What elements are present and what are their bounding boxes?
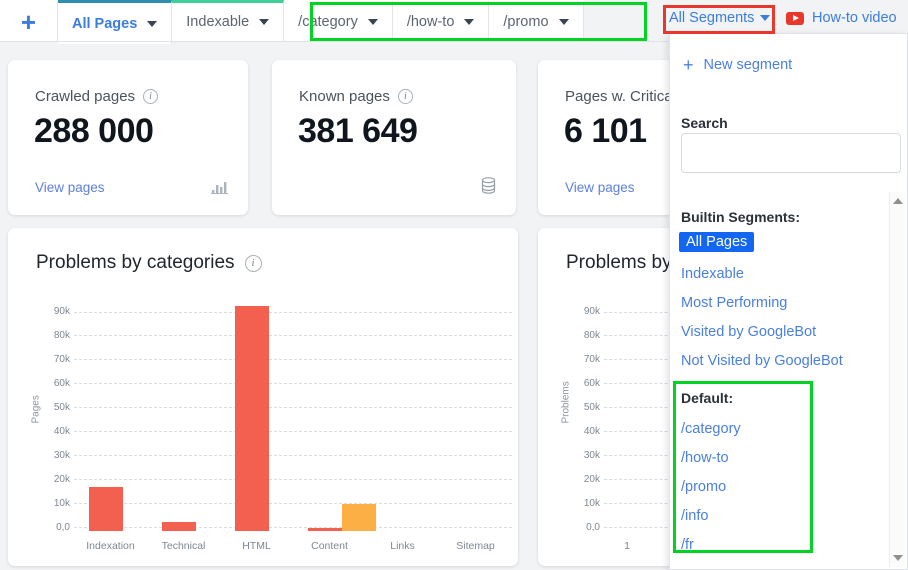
x-tick-label: HTML xyxy=(220,540,293,552)
y-tick-label: 40k xyxy=(34,426,70,437)
card-known-pages-title: Known pages i xyxy=(299,88,413,105)
y-tick-label: 10k xyxy=(564,498,600,509)
bar-content-warning[interactable] xyxy=(342,504,376,531)
x-tick-label: Content xyxy=(293,540,366,552)
tab-promo-label: /promo xyxy=(503,14,548,30)
default-segments-label: Default: xyxy=(681,390,733,406)
chevron-down-icon xyxy=(147,21,157,27)
bar-chart-icon xyxy=(211,179,228,199)
info-icon[interactable]: i xyxy=(398,89,413,104)
bar-technical[interactable] xyxy=(162,522,196,531)
chart-problems-by-categories: Pages 90k 80k 70k 60k 50k 40k 30k 20k 10… xyxy=(8,228,518,566)
chevron-down-icon xyxy=(760,15,770,21)
y-tick-label: 0,0 xyxy=(564,522,600,533)
card-pages-with-critical-title: Pages w. Critical xyxy=(565,88,676,105)
segments-list-scrollbar[interactable] xyxy=(889,192,905,567)
new-segment-label: New segment xyxy=(704,57,793,73)
tab-all-pages[interactable]: All Pages xyxy=(58,0,172,44)
y-tick-label: 30k xyxy=(34,450,70,461)
bar-indexation[interactable] xyxy=(89,487,123,531)
y-tick-label: 70k xyxy=(564,354,600,365)
add-tab-label: + xyxy=(21,9,36,35)
chevron-down-icon xyxy=(464,19,474,25)
builtin-segments-label: Builtin Segments: xyxy=(681,209,800,225)
card-pages-with-critical-view-link[interactable]: View pages xyxy=(565,180,635,195)
tab-category-label: /category xyxy=(298,14,358,30)
y-tick-label: 60k xyxy=(564,378,600,389)
x-tick-label: Sitemap xyxy=(439,540,512,552)
bar-content-critical[interactable] xyxy=(308,528,342,531)
x-tick-label: 1 xyxy=(604,540,650,552)
chevron-down-icon xyxy=(368,19,378,25)
how-to-video-label: How-to video xyxy=(812,10,897,26)
all-segments-label: All Segments xyxy=(669,10,754,26)
y-tick-label: 50k xyxy=(34,402,70,413)
y-tick-label: 80k xyxy=(34,330,70,341)
bar-html[interactable] xyxy=(235,306,269,531)
y-tick-label: 20k xyxy=(34,474,70,485)
segment-item-visited-by-googlebot[interactable]: Visited by GoogleBot xyxy=(681,324,816,340)
chart-y-axis-title: Pages xyxy=(31,364,42,424)
scroll-down-arrow-icon[interactable] xyxy=(893,555,903,561)
segment-item-most-performing[interactable]: Most Performing xyxy=(681,295,787,311)
add-tab-button[interactable]: + xyxy=(0,0,58,41)
segment-item-info[interactable]: /info xyxy=(681,508,708,524)
card-crawled-pages-view-link[interactable]: View pages xyxy=(35,180,105,195)
segments-search-input[interactable] xyxy=(681,133,901,173)
x-tick-label: Links xyxy=(366,540,439,552)
y-tick-label: 30k xyxy=(564,450,600,461)
tab-category[interactable]: /category xyxy=(284,0,393,41)
panel-problems-by-categories: Problems by categories i Pages 90k 80k 7… xyxy=(8,228,518,566)
y-tick-label: 70k xyxy=(34,354,70,365)
segment-item-not-visited-by-googlebot[interactable]: Not Visited by GoogleBot xyxy=(681,353,843,369)
segment-item-promo[interactable]: /promo xyxy=(681,479,726,495)
card-title-text: Crawled pages xyxy=(35,88,135,105)
how-to-video-link[interactable]: How-to video xyxy=(786,10,897,26)
y-tick-label: 40k xyxy=(564,426,600,437)
plot-area xyxy=(74,288,512,531)
tab-how-to[interactable]: /how-to xyxy=(393,0,490,41)
tab-indexable-label: Indexable xyxy=(186,14,249,30)
info-icon[interactable]: i xyxy=(143,89,158,104)
card-crawled-pages-value: 288 000 xyxy=(34,112,153,151)
y-tick-label: 20k xyxy=(564,474,600,485)
plus-icon: + xyxy=(683,56,694,74)
segment-item-how-to[interactable]: /how-to xyxy=(681,450,729,466)
tab-all-pages-label: All Pages xyxy=(72,16,137,32)
card-known-pages: Known pages i 381 649 xyxy=(272,60,516,215)
card-title-text: Known pages xyxy=(299,88,390,105)
y-tick-label: 50k xyxy=(564,402,600,413)
y-tick-label: 60k xyxy=(34,378,70,389)
card-crawled-pages: Crawled pages i 288 000 View pages xyxy=(8,60,248,215)
seo-dashboard-screen: + All Pages Indexable /category /how-to … xyxy=(0,0,908,570)
all-segments-dropdown-trigger[interactable]: All Segments xyxy=(669,10,770,26)
chevron-down-icon xyxy=(259,19,269,25)
youtube-icon xyxy=(786,12,804,25)
y-tick-label: 90k xyxy=(34,306,70,317)
segment-item-category[interactable]: /category xyxy=(681,421,741,437)
card-title-text: Pages w. Critical xyxy=(565,88,676,105)
segments-search-label: Search xyxy=(681,115,728,131)
chart-y-axis-title: Problems xyxy=(561,364,572,424)
card-pages-with-critical-value: 6 101 xyxy=(564,112,647,151)
y-tick-label: 0,0 xyxy=(34,522,70,533)
scroll-up-arrow-icon[interactable] xyxy=(893,198,903,204)
database-icon xyxy=(481,177,496,199)
x-tick-label: Indexation xyxy=(74,540,147,552)
card-known-pages-value: 381 649 xyxy=(298,112,417,151)
segment-item-all-pages[interactable]: All Pages xyxy=(679,232,754,252)
segment-item-indexable[interactable]: Indexable xyxy=(681,266,744,282)
segment-item-fr[interactable]: /fr xyxy=(681,537,694,553)
new-segment-button[interactable]: + New segment xyxy=(683,56,792,74)
segments-dropdown-panel: + New segment Search Builtin Segments: A… xyxy=(669,33,908,570)
x-tick-label: Technical xyxy=(147,540,220,552)
chevron-down-icon xyxy=(559,19,569,25)
y-tick-label: 80k xyxy=(564,330,600,341)
tab-how-to-label: /how-to xyxy=(407,14,455,30)
y-tick-label: 10k xyxy=(34,498,70,509)
card-crawled-pages-title: Crawled pages i xyxy=(35,88,158,105)
tab-promo[interactable]: /promo xyxy=(489,0,583,41)
tab-indexable[interactable]: Indexable xyxy=(172,0,284,41)
y-tick-label: 90k xyxy=(564,306,600,317)
